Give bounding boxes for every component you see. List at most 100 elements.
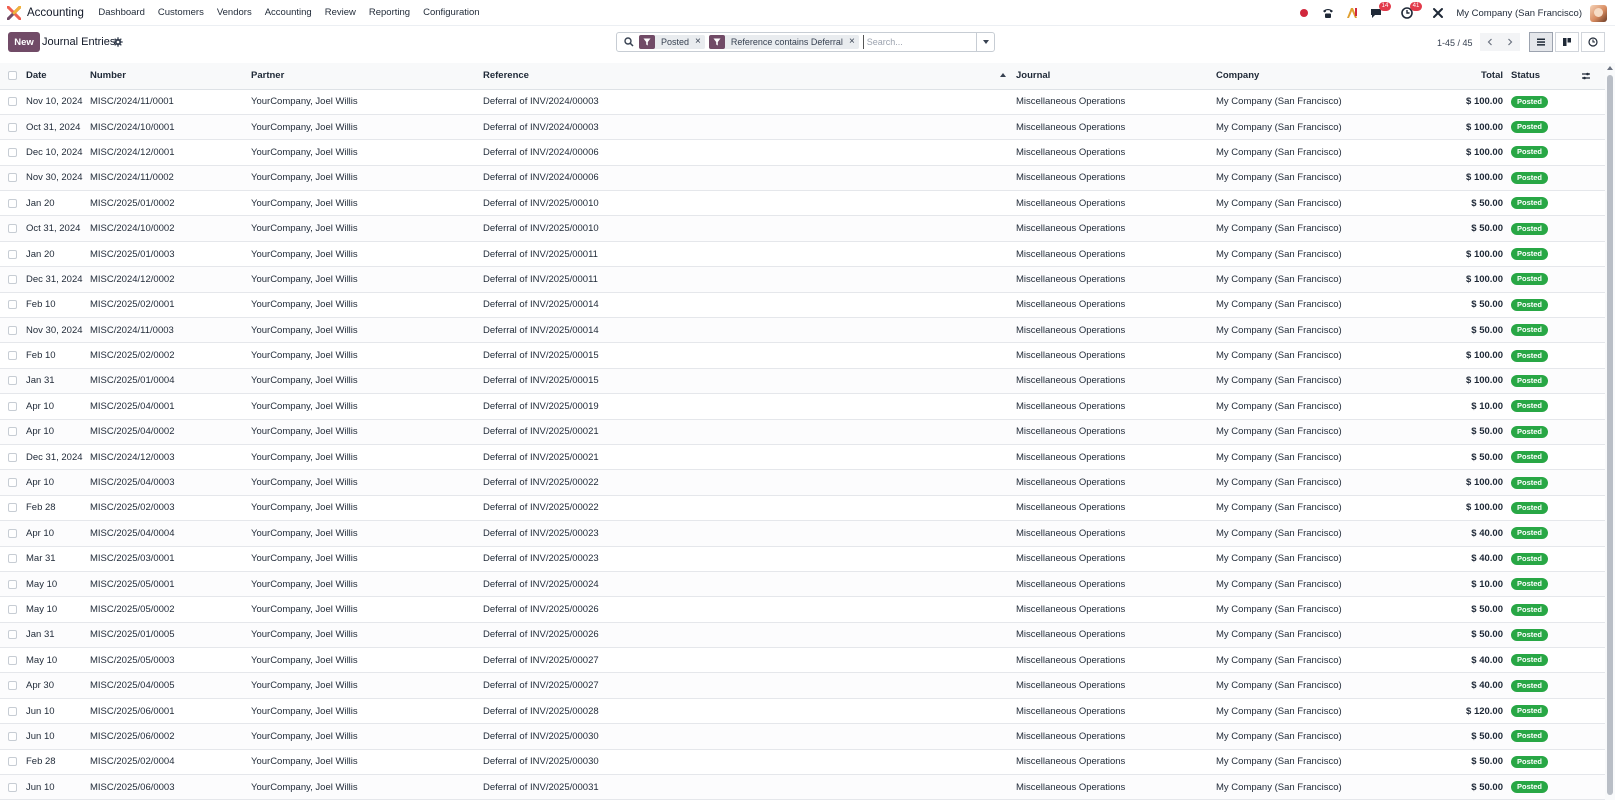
row-checkbox[interactable] <box>8 173 17 183</box>
row-checkbox[interactable] <box>8 503 17 513</box>
table-row[interactable]: Oct 31, 2024 MISC/2024/10/0002 YourCompany… <box>0 215 1605 242</box>
row-checkbox[interactable] <box>8 630 17 640</box>
row-checkbox[interactable] <box>8 249 17 259</box>
column-header-date[interactable]: Date <box>22 63 86 89</box>
column-header-company[interactable]: Company <box>1212 63 1392 89</box>
table-row[interactable]: May 10 MISC/2025/05/0001 YourCompany, Joel… <box>0 571 1605 597</box>
chat-icon[interactable]: 14 <box>1369 2 1392 20</box>
row-checkbox[interactable] <box>8 579 17 589</box>
table-row[interactable]: Jan 20 MISC/2025/01/0002 YourCompany, Joel… <box>0 191 1605 216</box>
record-icon[interactable] <box>1297 6 1311 20</box>
row-checkbox[interactable] <box>8 147 17 157</box>
tools-icon[interactable] <box>1431 6 1445 20</box>
search-icon[interactable] <box>624 37 634 47</box>
select-all-checkbox[interactable] <box>8 71 17 81</box>
table-row[interactable]: May 10 MISC/2025/05/0002 YourCompany, Joel… <box>0 597 1605 623</box>
row-checkbox[interactable] <box>8 198 17 208</box>
menu-item-accounting[interactable]: Accounting <box>265 7 312 18</box>
table-row[interactable]: May 10 MISC/2025/05/0003 YourCompany, Joel… <box>0 648 1605 673</box>
table-row[interactable]: Jan 20 MISC/2025/01/0003 YourCompany, Joel… <box>0 241 1605 267</box>
vertical-scrollbar[interactable] <box>1605 63 1615 800</box>
row-checkbox[interactable] <box>8 122 17 132</box>
row-checkbox[interactable] <box>8 757 17 767</box>
table-row[interactable]: Oct 31, 2024 MISC/2024/10/0001 YourCompany… <box>0 114 1605 140</box>
table-row[interactable]: Nov 10, 2024 MISC/2024/11/0001 YourCompany… <box>0 89 1605 115</box>
row-checkbox[interactable] <box>8 427 17 437</box>
row-checkbox[interactable] <box>8 554 17 564</box>
row-checkbox[interactable] <box>8 478 17 488</box>
gear-icon[interactable] <box>113 37 123 47</box>
accounting-logo-icon[interactable] <box>7 5 21 20</box>
table-row[interactable]: Dec 31, 2024 MISC/2024/12/0002 YourCompany… <box>0 266 1605 293</box>
pager-value[interactable]: 1-45 / 45 <box>1437 38 1473 48</box>
row-checkbox[interactable] <box>8 605 17 614</box>
table-row[interactable]: Dec 10, 2024 MISC/2024/12/0001 YourCompany… <box>0 140 1605 166</box>
new-button[interactable]: New <box>8 32 40 52</box>
table-row[interactable]: Apr 10 MISC/2025/04/0002 YourCompany, Joel… <box>0 419 1605 445</box>
row-checkbox[interactable] <box>8 401 17 411</box>
status-badge: Posted <box>1511 654 1549 667</box>
row-checkbox[interactable] <box>8 376 17 386</box>
row-checkbox[interactable] <box>8 782 17 792</box>
table-row[interactable]: Apr 10 MISC/2025/04/0004 YourCompany, Joel… <box>0 520 1605 547</box>
column-header-status[interactable]: Status <box>1507 63 1577 89</box>
column-header-number[interactable]: Number <box>86 63 247 89</box>
remove-facet-button[interactable]: × <box>849 37 855 47</box>
phone-icon[interactable] <box>1321 6 1335 20</box>
search-options-toggle[interactable] <box>976 33 994 51</box>
clock-icon[interactable]: 41 <box>1400 2 1423 20</box>
table-row[interactable]: Jun 10 MISC/2025/06/0002 YourCompany, Joel… <box>0 723 1605 750</box>
table-row[interactable]: Mar 31 MISC/2025/03/0001 YourCompany, Joel… <box>0 546 1605 572</box>
app-name[interactable]: Accounting <box>27 7 84 19</box>
menu-item-reporting[interactable]: Reporting <box>369 7 410 18</box>
table-row[interactable]: Jan 31 MISC/2025/01/0004 YourCompany, Joel… <box>0 368 1605 394</box>
column-header-total[interactable]: Total <box>1392 63 1507 89</box>
table-row[interactable]: Dec 31, 2024 MISC/2024/12/0003 YourCompany… <box>0 444 1605 470</box>
table-row[interactable]: Nov 30, 2024 MISC/2024/11/0003 YourCompany… <box>0 317 1605 343</box>
user-avatar[interactable] <box>1590 4 1607 22</box>
menu-item-vendors[interactable]: Vendors <box>217 7 252 18</box>
row-checkbox[interactable] <box>8 224 17 234</box>
menu-item-review[interactable]: Review <box>325 7 356 18</box>
pager-previous-button[interactable] <box>1480 33 1500 51</box>
table-row[interactable]: Feb 10 MISC/2025/02/0002 YourCompany, Joel… <box>0 343 1605 369</box>
kanban-view-button[interactable] <box>1555 32 1579 52</box>
row-checkbox[interactable] <box>8 706 17 716</box>
sliders-icon[interactable] <box>1581 71 1601 81</box>
menu-item-customers[interactable]: Customers <box>158 7 204 18</box>
table-row[interactable]: Feb 28 MISC/2025/02/0003 YourCompany, Joel… <box>0 495 1605 521</box>
row-checkbox[interactable] <box>8 351 17 361</box>
table-row[interactable]: Apr 10 MISC/2025/04/0003 YourCompany, Joel… <box>0 469 1605 496</box>
pager-next-button[interactable] <box>1500 33 1520 51</box>
search-input[interactable] <box>862 35 983 49</box>
menu-item-configuration[interactable]: Configuration <box>423 7 480 18</box>
company-switcher[interactable]: My Company (San Francisco) <box>1456 8 1582 19</box>
row-checkbox[interactable] <box>8 97 17 107</box>
row-checkbox[interactable] <box>8 274 17 284</box>
table-row[interactable]: Feb 10 MISC/2025/02/0001 YourCompany, Joel… <box>0 292 1605 318</box>
row-checkbox[interactable] <box>8 681 17 691</box>
row-checkbox[interactable] <box>8 300 17 310</box>
row-checkbox[interactable] <box>8 731 17 741</box>
table-row[interactable]: Feb 28 MISC/2025/02/0004 YourCompany, Joel… <box>0 749 1605 775</box>
table-row[interactable]: Apr 10 MISC/2025/04/0001 YourCompany, Joel… <box>0 394 1605 420</box>
table-row[interactable]: Nov 30, 2024 MISC/2024/11/0002 YourCompany… <box>0 165 1605 191</box>
column-header-journal[interactable]: Journal <box>1012 63 1212 89</box>
remove-facet-button[interactable]: × <box>695 37 701 47</box>
table-row[interactable]: Jun 10 MISC/2025/06/0001 YourCompany, Joel… <box>0 698 1605 724</box>
column-header-reference[interactable]: Reference <box>479 63 1012 89</box>
row-checkbox[interactable] <box>8 452 17 462</box>
menu-item-dashboard[interactable]: Dashboard <box>98 7 144 18</box>
scroll-thumb[interactable] <box>1607 75 1613 795</box>
ai-icon[interactable] <box>1345 6 1359 20</box>
column-header-partner[interactable]: Partner <box>247 63 479 89</box>
table-row[interactable]: Jan 31 MISC/2025/01/0005 YourCompany, Joel… <box>0 622 1605 648</box>
table-row[interactable]: Jun 10 MISC/2025/06/0003 YourCompany, Joel… <box>0 774 1605 800</box>
scroll-up-icon[interactable] <box>1607 66 1613 70</box>
row-checkbox[interactable] <box>8 528 17 538</box>
table-row[interactable]: Apr 30 MISC/2025/04/0005 YourCompany, Joel… <box>0 672 1605 699</box>
row-checkbox[interactable] <box>8 325 17 335</box>
list-view-button[interactable] <box>1529 32 1553 52</box>
activity-view-button[interactable] <box>1581 32 1605 52</box>
row-checkbox[interactable] <box>8 655 17 665</box>
